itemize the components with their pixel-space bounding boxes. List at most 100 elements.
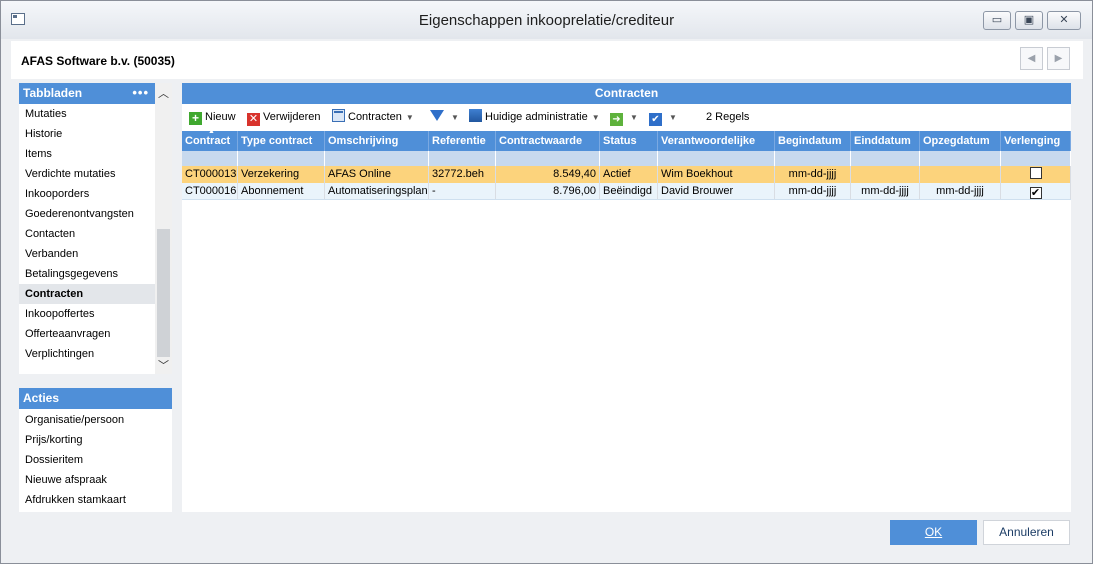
tab-item-verbanden[interactable]: Verbanden — [19, 244, 155, 264]
filter-cell[interactable] — [775, 151, 851, 166]
maximize-button[interactable]: ▣ — [1015, 11, 1043, 30]
cell-begindatum: mm-dd-jjjj — [775, 183, 851, 199]
cell-contractwaarde: 8.796,00 — [496, 183, 600, 199]
tab-item-contracten[interactable]: Contracten — [19, 284, 155, 304]
chevron-down-icon: ▼ — [451, 113, 459, 122]
tab-item-inkoopoffertes[interactable]: Inkoopoffertes — [19, 304, 155, 324]
delete-button[interactable]: ✕ Verwijderen — [247, 109, 320, 126]
action-dossieritem[interactable]: Dossieritem — [19, 450, 172, 470]
filter-cell[interactable] — [182, 151, 238, 166]
filter-cell[interactable] — [1001, 151, 1071, 166]
table-row[interactable]: CT000013 Verzekering AFAS Online 32772.b… — [182, 166, 1071, 183]
cell-contractwaarde: 8.549,40 — [496, 166, 600, 183]
column-header-omschrijving[interactable]: Omschrijving — [325, 131, 429, 151]
cell-type: Abonnement — [238, 183, 325, 199]
contracts-dropdown[interactable]: Contracten ▼ — [332, 109, 414, 126]
cell-status: Actief — [600, 166, 658, 183]
close-button[interactable]: ✕ — [1047, 11, 1081, 30]
actions-list: Organisatie/persoon Prijs/korting Dossie… — [19, 409, 172, 510]
tab-item-mutaties[interactable]: Mutaties — [19, 104, 155, 124]
minimize-button[interactable]: ▭ — [983, 11, 1011, 30]
cell-verlenging: ✔ — [1001, 183, 1071, 199]
filter-cell[interactable] — [658, 151, 775, 166]
column-header-contractwaarde[interactable]: Contractwaarde — [496, 131, 600, 151]
column-header-begindatum[interactable]: Begindatum — [775, 131, 851, 151]
cell-omschrijving: Automatiseringsplan — [325, 183, 429, 199]
filter-dropdown[interactable]: ▼ — [430, 109, 459, 126]
navigate-dropdown[interactable]: ➜ ▼ — [610, 109, 638, 126]
document-icon — [332, 109, 345, 122]
properties-window: Eigenschappen inkooprelatie/crediteur ▭ … — [0, 0, 1093, 564]
column-header-verantwoordelijke[interactable]: Verantwoordelijke — [658, 131, 775, 151]
more-options-icon[interactable]: ••• — [132, 82, 149, 103]
cell-verantwoordelijke: David Brouwer — [658, 183, 775, 199]
tab-item-contacten[interactable]: Contacten — [19, 224, 155, 244]
filter-cell[interactable] — [496, 151, 600, 166]
actions-panel: Acties Organisatie/persoon Prijs/korting… — [19, 388, 172, 512]
check-icon: ✔ — [649, 113, 662, 126]
tab-item-verplichtingen[interactable]: Verplichtingen — [19, 344, 155, 364]
column-header-contract[interactable]: ▲ Contract — [182, 131, 238, 151]
chevron-down-icon: ▼ — [669, 113, 677, 122]
column-header-status[interactable]: Status — [600, 131, 658, 151]
tab-item-verdichte-mutaties[interactable]: Verdichte mutaties — [19, 164, 155, 184]
column-header-einddatum[interactable]: Einddatum — [851, 131, 920, 151]
column-header-referentie[interactable]: Referentie — [429, 131, 496, 151]
filter-cell[interactable] — [920, 151, 1001, 166]
chevron-down-icon: ▼ — [405, 113, 414, 122]
tab-item-inkooporders[interactable]: Inkooporders — [19, 184, 155, 204]
tab-item-betalingsgegevens[interactable]: Betalingsgegevens — [19, 264, 155, 284]
cell-verlenging — [1001, 166, 1071, 183]
filter-cell[interactable] — [238, 151, 325, 166]
tabs-panel-header: Tabbladen ••• — [19, 83, 155, 104]
delete-icon: ✕ — [247, 113, 260, 126]
filter-cell[interactable] — [851, 151, 920, 166]
delete-button-label: Verwijderen — [263, 111, 321, 123]
filter-cell[interactable] — [600, 151, 658, 166]
verlenging-checkbox[interactable]: ✔ — [1029, 187, 1042, 199]
contracts-panel-title: Contracten — [182, 83, 1071, 104]
table-row[interactable]: CT000016 Abonnement Automatiseringsplan … — [182, 183, 1071, 200]
tab-item-items[interactable]: Items — [19, 144, 155, 164]
actions-panel-header: Acties — [19, 388, 172, 409]
administration-icon — [469, 109, 482, 122]
tabs-panel: Tabbladen ••• Mutaties Historie Items Ve… — [19, 83, 172, 374]
grid-filter-row[interactable] — [182, 151, 1071, 166]
contracts-grid: ▲ Contract Type contract Omschrijving Ref… — [182, 131, 1071, 200]
check-dropdown[interactable]: ✔ ▼ — [649, 109, 677, 126]
previous-record-button[interactable]: ◀ — [1020, 47, 1043, 70]
administration-dropdown-label: Huidige administratie — [485, 111, 588, 123]
contracts-panel: Contracten + Nieuw ✕ Verwijderen Contracte… — [182, 83, 1071, 512]
administration-dropdown[interactable]: Huidige administratie ▼ — [469, 109, 600, 126]
tab-item-historie[interactable]: Historie — [19, 124, 155, 144]
company-name: AFAS Software b.v. (50035) — [21, 54, 175, 68]
tabs-scrollbar[interactable]: ︿ ﹀ — [155, 83, 172, 374]
cancel-button[interactable]: Annuleren — [983, 520, 1070, 545]
cell-referentie: 32772.beh — [429, 166, 496, 183]
plus-icon: + — [189, 112, 202, 125]
filter-cell[interactable] — [429, 151, 496, 166]
filter-cell[interactable] — [325, 151, 429, 166]
ok-button[interactable]: OK — [890, 520, 977, 545]
tab-list: Mutaties Historie Items Verdichte mutati… — [19, 104, 155, 364]
cell-status: Beëindigd — [600, 183, 658, 199]
column-header-verlenging[interactable]: Verlenging — [1001, 131, 1071, 151]
scroll-up-icon[interactable]: ︿ — [155, 86, 172, 102]
title-bar[interactable]: Eigenschappen inkooprelatie/crediteur ▭ … — [1, 1, 1092, 39]
scroll-down-icon[interactable]: ﹀ — [155, 358, 172, 374]
action-nieuwe-afspraak[interactable]: Nieuwe afspraak — [19, 470, 172, 490]
action-prijs-korting[interactable]: Prijs/korting — [19, 430, 172, 450]
tab-item-goederenontvangsten[interactable]: Goederenontvangsten — [19, 204, 155, 224]
new-button[interactable]: + Nieuw — [189, 109, 236, 126]
scrollbar-thumb[interactable] — [157, 229, 170, 357]
action-afdrukken-stamkaart[interactable]: Afdrukken stamkaart — [19, 490, 172, 510]
sort-ascending-icon: ▲ — [208, 131, 215, 135]
next-record-button[interactable]: ▶ — [1047, 47, 1070, 70]
chevron-down-icon: ▼ — [591, 113, 600, 122]
column-header-opzegdatum[interactable]: Opzegdatum — [920, 131, 1001, 151]
cell-opzegdatum — [920, 166, 1001, 183]
verlenging-checkbox[interactable] — [1029, 167, 1042, 179]
column-header-type-contract[interactable]: Type contract — [238, 131, 325, 151]
action-organisatie-persoon[interactable]: Organisatie/persoon — [19, 410, 172, 430]
tab-item-offerteaanvragen[interactable]: Offerteaanvragen — [19, 324, 155, 344]
